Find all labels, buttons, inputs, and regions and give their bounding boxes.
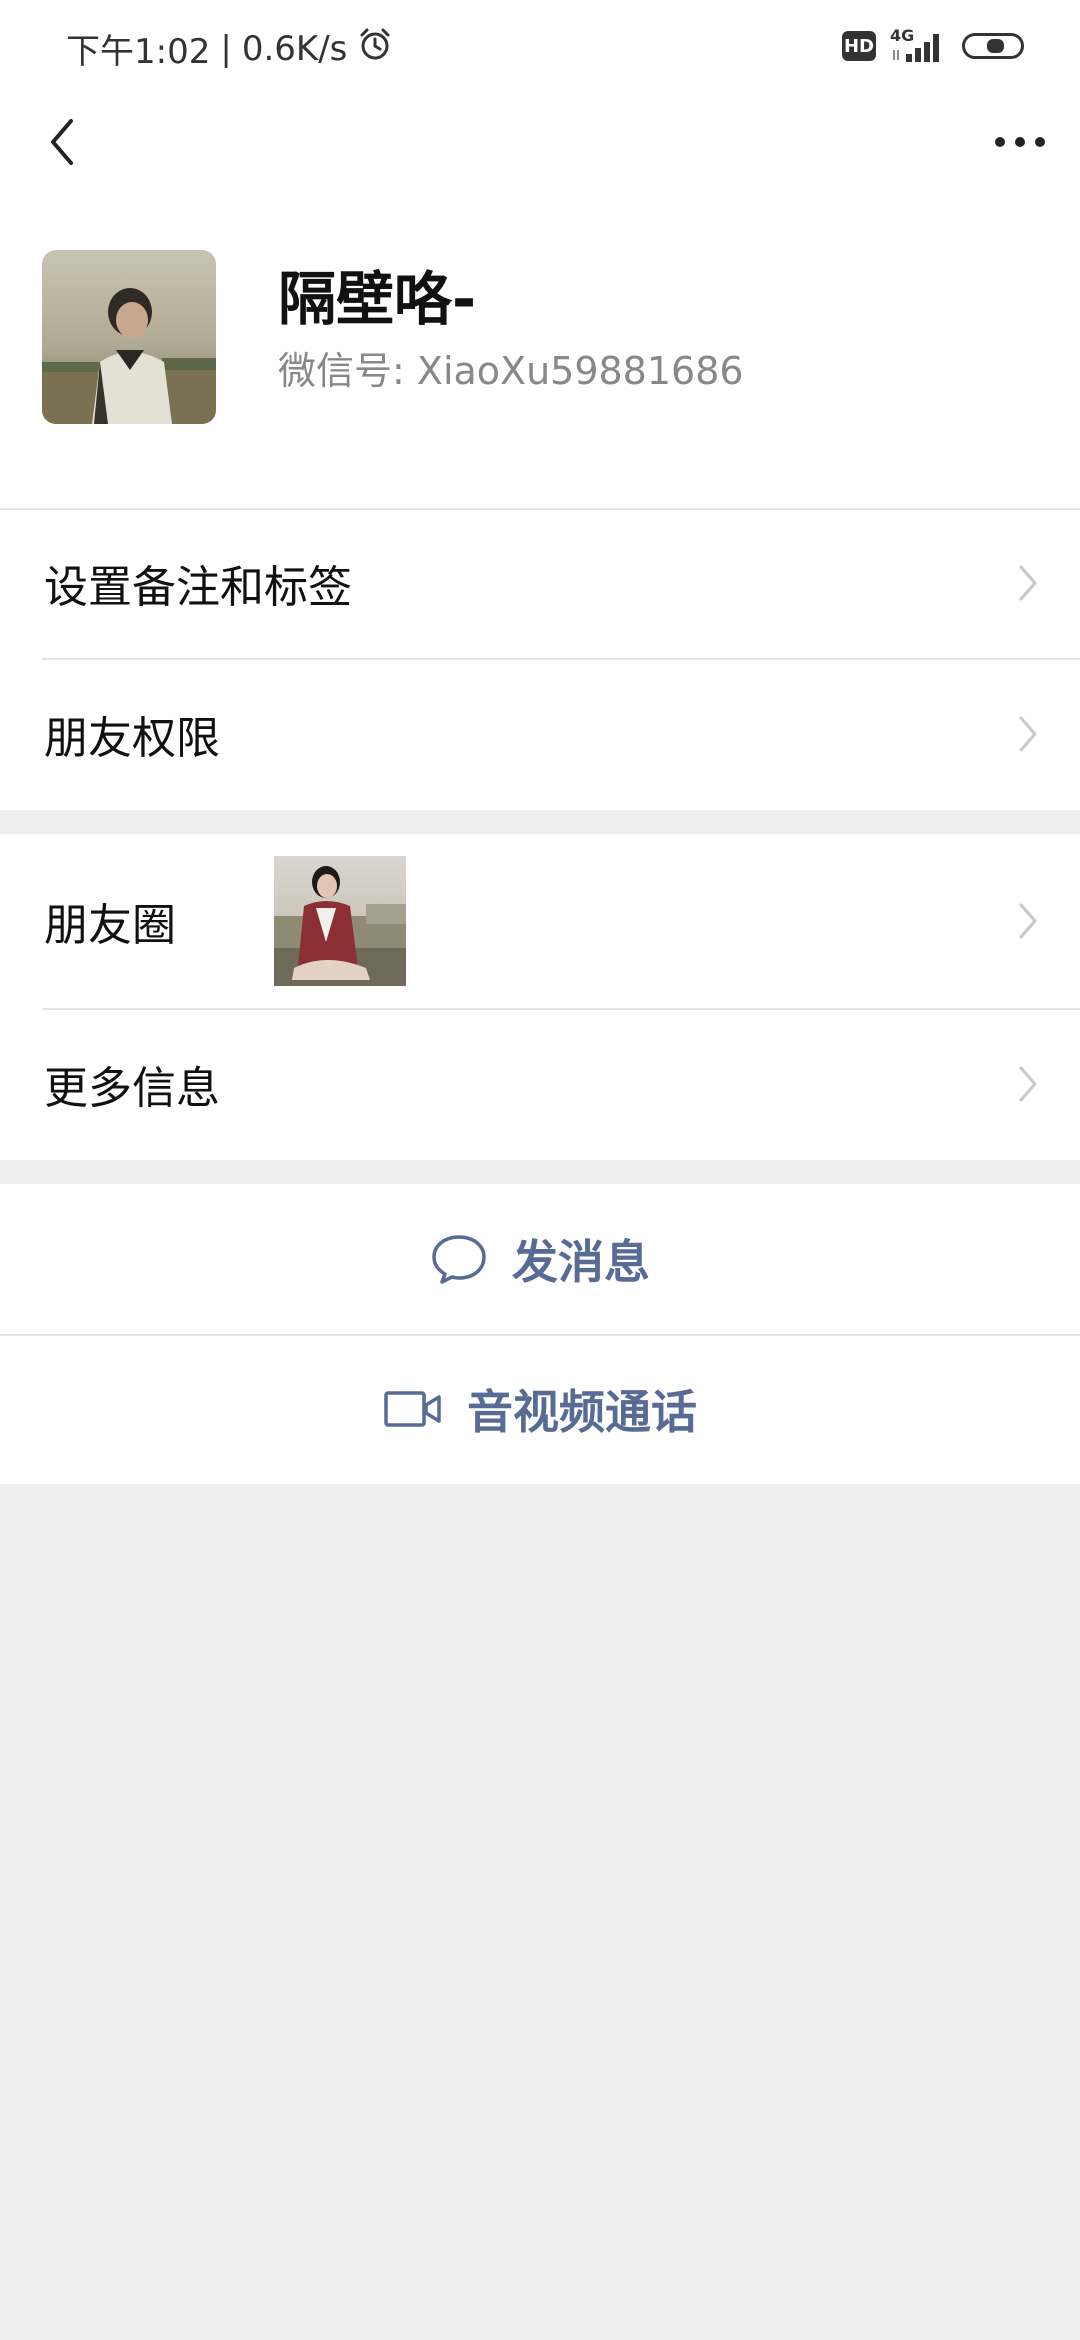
settings-group: 设置备注和标签 朋友权限 (0, 508, 1080, 810)
wechat-id-label: 微信号: (278, 349, 405, 393)
remark-tags-item[interactable]: 设置备注和标签 (0, 508, 1080, 658)
video-call-button[interactable]: 音视频通话 (0, 1334, 1080, 1484)
profile-header: 隔壁咯- 微信号: XiaoXu59881686 (0, 188, 1080, 508)
chevron-right-icon (1019, 1066, 1037, 1102)
send-message-label: 发消息 (512, 1235, 650, 1289)
hd-badge: HD (842, 31, 876, 61)
remark-tags-label: 设置备注和标签 (44, 562, 352, 613)
status-bar: 下午1:02 | 0.6K/s HD 4G (0, 0, 1080, 96)
chat-bubble-icon (432, 1235, 486, 1284)
moments-photo (274, 856, 406, 986)
network-speed: 0.6K/s (241, 28, 348, 69)
chevron-right-icon (1019, 716, 1037, 752)
chevron-right-icon (1019, 565, 1037, 601)
avatar[interactable] (42, 250, 216, 424)
battery-icon (962, 33, 1024, 59)
more-dots-icon (995, 137, 1045, 147)
friend-permissions-item[interactable]: 朋友权限 (0, 658, 1080, 810)
video-camera-icon (384, 1391, 441, 1427)
status-right: HD 4G (842, 26, 1024, 66)
signal-icon: 4G (890, 26, 948, 66)
profile-name: 隔壁咯- (278, 265, 477, 333)
wechat-id-row: 微信号: XiaoXu59881686 (278, 340, 744, 395)
moments-label: 朋友圈 (44, 900, 176, 951)
wechat-id-value: XiaoXu59881686 (416, 349, 744, 393)
info-group: 朋友圈 更多信息 (0, 834, 1080, 1160)
back-button[interactable] (30, 110, 94, 174)
status-left: 下午1:02 | 0.6K/s (66, 24, 393, 73)
more-info-label: 更多信息 (44, 1063, 220, 1114)
chevron-left-icon (51, 119, 73, 165)
moments-item[interactable]: 朋友圈 (0, 834, 1080, 1008)
send-message-button[interactable]: 发消息 (0, 1184, 1080, 1334)
more-info-item[interactable]: 更多信息 (0, 1008, 1080, 1160)
alarm-icon (357, 26, 393, 71)
battery-level (987, 39, 1004, 53)
action-group: 发消息 音视频通话 (0, 1184, 1080, 1484)
friend-permissions-label: 朋友权限 (44, 713, 220, 764)
video-call-label: 音视频通话 (467, 1385, 697, 1439)
status-separator: | (220, 28, 232, 69)
chevron-right-icon (1019, 903, 1037, 939)
more-options-button[interactable] (984, 110, 1056, 174)
nav-bar (0, 96, 1080, 188)
status-time: 下午1:02 (66, 32, 211, 72)
contact-profile-screen: 下午1:02 | 0.6K/s HD 4G 隔壁咯- 微信号: XiaoXu59… (0, 0, 1080, 2340)
